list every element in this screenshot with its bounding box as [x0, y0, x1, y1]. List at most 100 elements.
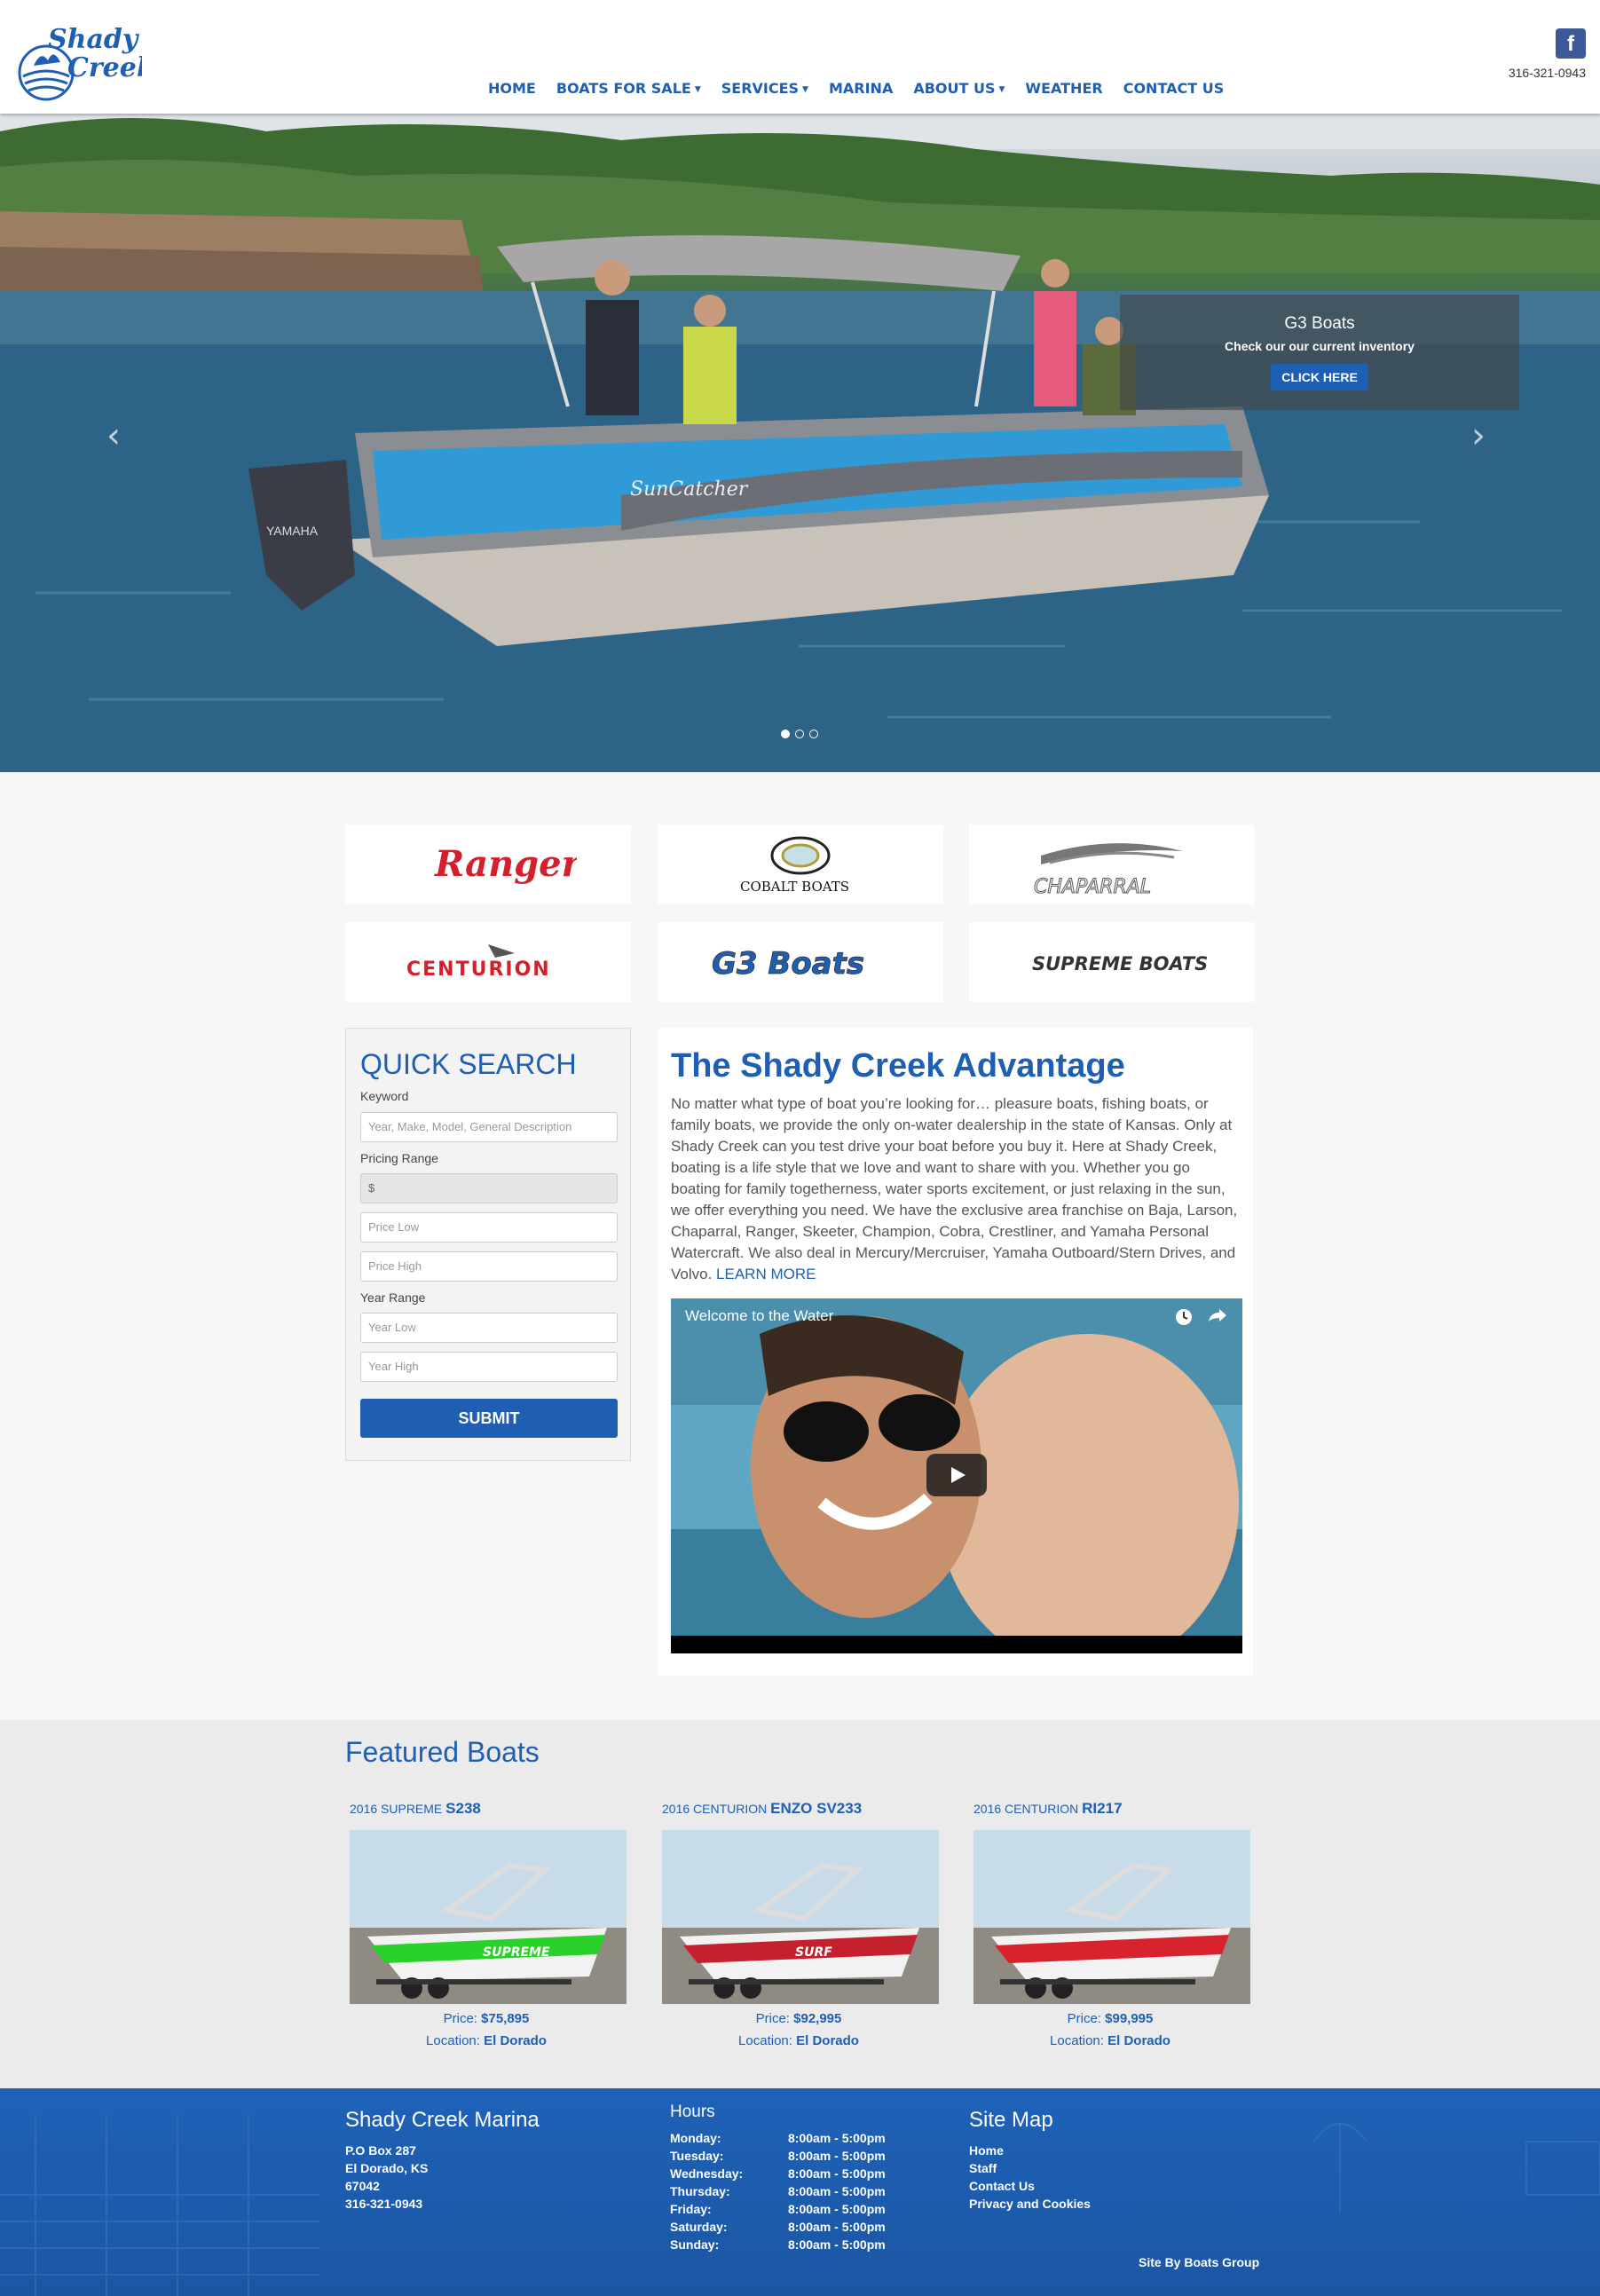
hours-row: Thursday: 8:00am - 5:00pm [670, 2182, 886, 2200]
price-value: $99,995 [1105, 2011, 1154, 2026]
featured-boat-card[interactable]: 2016 CENTURION RI217 Price: $99,995 Locati… [970, 1800, 1250, 2048]
caption-title: G3 Boats [1284, 314, 1355, 333]
sitemap-link-contact-us[interactable]: Contact Us [969, 2177, 1091, 2195]
boat-decal: SUPREME [483, 1945, 550, 1960]
location-label: Location: [426, 2033, 480, 2048]
hours-time: 8:00am - 5:00pm [788, 2131, 886, 2145]
hours-time: 8:00am - 5:00pm [788, 2184, 886, 2198]
brand-tile-cobalt[interactable]: COBALT BOATS [658, 825, 943, 904]
footer-sitemap: Site Map Home Staff Contact Us Privacy and … [969, 2108, 1091, 2213]
carousel-prev-icon[interactable]: ‹ [106, 415, 121, 456]
footer-hours-title: Hours [670, 2103, 715, 2121]
price-value: $75,895 [481, 2011, 530, 2026]
shady-creek-logo[interactable]: Shady Creek [14, 14, 142, 103]
quick-search-title: QUICK SEARCH [360, 1048, 577, 1080]
site-credit-link[interactable]: Site By Boats Group [1139, 2255, 1259, 2269]
share-icon [1209, 1309, 1226, 1322]
caret-down-icon: ▼ [802, 85, 808, 94]
nav-item-home[interactable]: HOME [488, 80, 536, 97]
brand-tile-g3[interactable]: G3 Boats [658, 922, 943, 1002]
caret-down-icon: ▼ [694, 85, 701, 94]
centurion-logo: CENTURION [406, 959, 551, 981]
ranger-logo: Ranger [434, 843, 577, 885]
boat-photo[interactable]: SUPREME [350, 1830, 627, 2004]
brand-tile-chaparral[interactable]: CHAPARRAL [969, 825, 1255, 904]
advantage-body: No matter what type of boat you’re looki… [671, 1093, 1243, 1285]
location-value[interactable]: El Dorado [796, 2033, 859, 2048]
caption-click-here-button[interactable]: CLICK HERE [1271, 364, 1368, 391]
hours-time: 8:00am - 5:00pm [788, 2237, 886, 2252]
boat-title[interactable]: 2016 CENTURION ENZO SV233 [662, 1800, 939, 1818]
carousel-dot[interactable] [795, 730, 804, 738]
carousel-dot[interactable] [809, 730, 818, 738]
nav-item-contact-us[interactable]: CONTACT US [1123, 80, 1225, 97]
nav-item-label: BOATS FOR SALE [556, 80, 691, 97]
brand-tile-centurion[interactable]: CENTURION [345, 922, 631, 1002]
sitemap-link-home[interactable]: Home [969, 2142, 1091, 2159]
hours-row: Saturday: 8:00am - 5:00pm [670, 2218, 886, 2236]
boat-model: RI217 [1082, 1800, 1123, 1817]
boat-photo[interactable] [973, 1830, 1250, 2004]
boat-title[interactable]: 2016 CENTURION RI217 [973, 1800, 1250, 1818]
boat-title[interactable]: 2016 SUPREME S238 [350, 1800, 627, 1818]
footer-sitemap-title: Site Map [969, 2108, 1053, 2132]
nav-item-marina[interactable]: MARINA [829, 80, 893, 97]
location-value[interactable]: El Dorado [1107, 2033, 1170, 2048]
nav-item-services[interactable]: SERVICES ▼ [721, 80, 808, 97]
location-label: Location: [1050, 2033, 1104, 2048]
motor-label: YAMAHA [266, 524, 319, 538]
submit-button[interactable]: SUBMIT [360, 1399, 618, 1438]
boat-photo[interactable]: SURF [662, 1830, 939, 2004]
footer-hours: Hours Monday: 8:00am - 5:00pm Tuesday: 8:00… [670, 2103, 886, 2253]
sitemap-link-staff[interactable]: Staff [969, 2159, 1091, 2177]
price-label: Price: [755, 2011, 790, 2026]
hours-day: Wednesday: [670, 2166, 744, 2181]
video-player[interactable]: Welcome to the Water [671, 1298, 1242, 1653]
boat-name: SunCatcher [630, 478, 749, 501]
hours-day: Sunday: [670, 2237, 720, 2252]
featured-title: Featured Boats [345, 1736, 540, 1768]
carousel-next-icon[interactable]: › [1471, 415, 1486, 456]
learn-more-link[interactable]: LEARN MORE [716, 1266, 816, 1282]
boat-price: Price: $99,995 [970, 2011, 1250, 2026]
keyword-input[interactable]: Year, Make, Model, General Description [360, 1112, 618, 1142]
header-phone[interactable]: 316-321-0943 [1509, 66, 1586, 80]
logo-text-creek: Creek [67, 52, 142, 83]
advantage-section: The Shady Creek Advantage No matter what… [658, 1028, 1253, 1676]
hours-time: 8:00am - 5:00pm [788, 2202, 886, 2216]
hours-day: Saturday: [670, 2220, 728, 2234]
featured-boat-card[interactable]: 2016 CENTURION ENZO SV233 SURF Price: $92,… [658, 1800, 939, 2048]
g3-logo: G3 Boats [712, 946, 864, 982]
carousel-dot[interactable] [781, 730, 790, 738]
cobalt-logo: COBALT BOATS [740, 879, 849, 895]
hours-time: 8:00am - 5:00pm [788, 2220, 886, 2234]
boat-year-make: 2016 SUPREME [350, 1802, 443, 1816]
boat-year-make: 2016 CENTURION [973, 1802, 1079, 1816]
nav-item-about-us[interactable]: ABOUT US ▼ [913, 80, 1005, 97]
brand-tile-supreme[interactable]: SUPREME BOATS [969, 922, 1255, 1002]
brand-tile-ranger[interactable]: Ranger [345, 825, 631, 904]
nav-item-boats-for-sale[interactable]: BOATS FOR SALE ▼ [556, 80, 701, 97]
location-value[interactable]: El Dorado [484, 2033, 547, 2048]
pricing-range-label: Pricing Range [360, 1151, 438, 1165]
boat-price: Price: $92,995 [658, 2011, 939, 2026]
nav-item-label: CONTACT US [1123, 80, 1225, 97]
hours-row: Friday: 8:00am - 5:00pm [670, 2200, 886, 2218]
facebook-icon[interactable]: f [1556, 28, 1586, 59]
footer-phone[interactable]: 316-321-0943 [345, 2195, 540, 2213]
featured-boat-card[interactable]: 2016 SUPREME S238 SUPREME Price: $75,895 Lo… [346, 1800, 627, 2048]
caret-down-icon: ▼ [998, 85, 1005, 94]
price-low-input[interactable]: Price Low [360, 1212, 618, 1243]
year-low-input[interactable]: Year Low [360, 1313, 618, 1343]
keyword-label: Keyword [360, 1089, 409, 1103]
nav-item-weather[interactable]: WEATHER [1025, 80, 1102, 97]
hours-row: Sunday: 8:00am - 5:00pm [670, 2236, 886, 2253]
play-icon[interactable] [926, 1454, 987, 1496]
sitemap-link-privacy-and-cookies[interactable]: Privacy and Cookies [969, 2195, 1091, 2213]
year-high-input[interactable]: Year High [360, 1352, 618, 1382]
video-title: Welcome to the Water [685, 1307, 834, 1324]
boat-location: Location: El Dorado [970, 2033, 1250, 2048]
hours-row: Tuesday: 8:00am - 5:00pm [670, 2147, 886, 2165]
nav-item-label: HOME [488, 80, 536, 97]
price-high-input[interactable]: Price High [360, 1251, 618, 1282]
